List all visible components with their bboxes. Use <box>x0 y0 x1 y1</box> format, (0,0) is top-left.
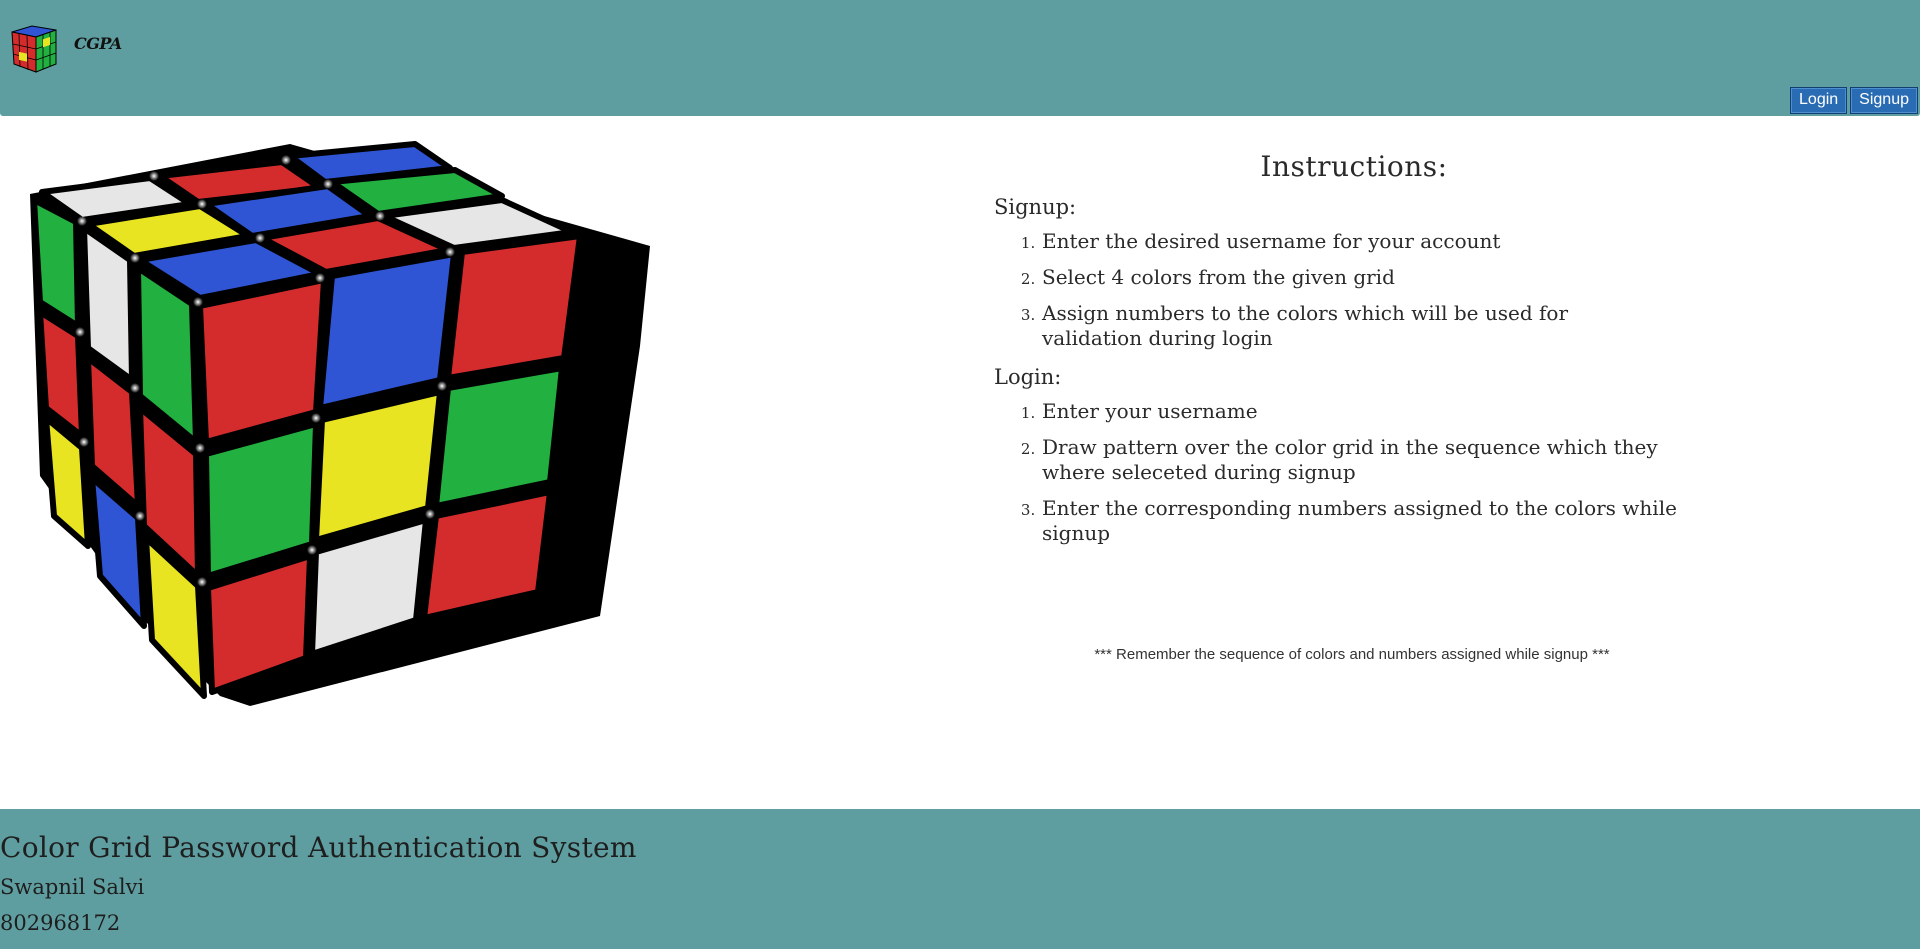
signup-step: Select 4 colors from the given grid <box>1040 265 1714 290</box>
signup-button[interactable]: Signup <box>1850 87 1918 114</box>
signup-step: Assign numbers to the colors which will … <box>1040 301 1652 351</box>
login-step: Enter the corresponding numbers assigned… <box>1040 496 1714 546</box>
login-step: Draw pattern over the color grid in the … <box>1040 435 1692 485</box>
rubiks-cube-image <box>30 141 650 706</box>
signup-steps-list: Enter the desired username for your acco… <box>994 229 1714 351</box>
header-bar: CGPA Login Signup <box>0 0 1920 116</box>
instructions-panel: Instructions: Signup: Enter the desired … <box>994 150 1714 560</box>
login-button[interactable]: Login <box>1790 87 1848 114</box>
footer-title: Color Grid Password Authentication Syste… <box>0 831 637 864</box>
signup-step: Enter the desired username for your acco… <box>1040 229 1714 254</box>
login-section-title: Login: <box>994 365 1062 389</box>
signup-section-title: Signup: <box>994 195 1077 219</box>
login-step: Enter your username <box>1040 399 1714 424</box>
logo-cube-icon <box>11 25 57 73</box>
login-steps-list: Enter your username Draw pattern over th… <box>994 399 1714 546</box>
instructions-heading: Instructions: <box>1260 150 1448 183</box>
footer-author-name: Swapnil Salvi <box>0 875 145 899</box>
footer-author-id: 802968172 <box>0 911 121 935</box>
footer-bar: Color Grid Password Authentication Syste… <box>0 809 1920 949</box>
logo-text: CGPA <box>74 34 122 53</box>
reminder-note: *** Remember the sequence of colors and … <box>1094 646 1610 663</box>
nav-buttons: Login Signup <box>1790 87 1918 114</box>
